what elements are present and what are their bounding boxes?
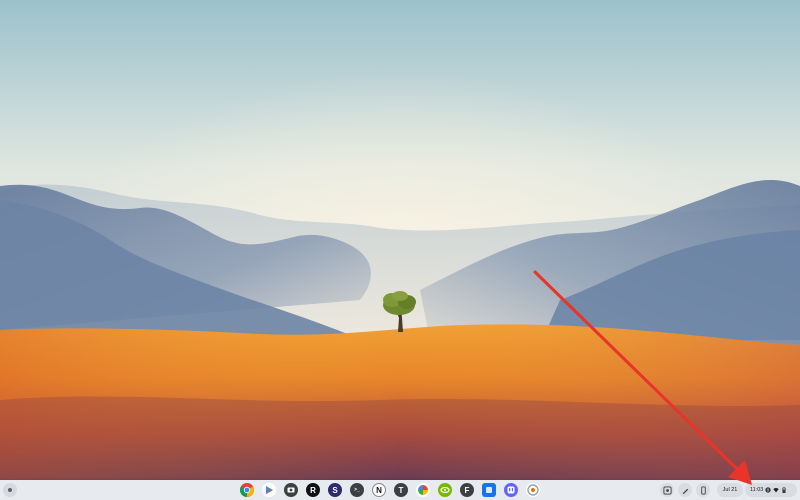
pinwheel-icon[interactable] — [416, 483, 430, 497]
notification-icon — [765, 487, 772, 493]
desktop-wallpaper — [0, 0, 800, 480]
camera-icon[interactable] — [284, 483, 298, 497]
pen-icon — [682, 488, 688, 494]
shelf: R S >_ N T F Jul 21 11:03 — [0, 480, 800, 500]
launcher-icon — [8, 488, 12, 492]
notion-icon[interactable]: N — [372, 483, 386, 497]
chrome-icon[interactable] — [240, 483, 254, 497]
terminal-icon[interactable]: >_ — [350, 483, 364, 497]
launcher-button[interactable] — [3, 483, 17, 497]
nvidia-icon[interactable] — [438, 483, 452, 497]
mastodon-icon[interactable] — [504, 483, 518, 497]
screen-capture-button[interactable] — [660, 483, 674, 497]
app-icon-t[interactable]: T — [394, 483, 408, 497]
wifi-icon — [773, 488, 780, 493]
chrome-beta-icon[interactable] — [526, 483, 540, 497]
app-icon-f[interactable]: F — [460, 483, 474, 497]
date-text: Jul 21 — [722, 487, 738, 493]
app-icon-blue[interactable] — [482, 483, 496, 497]
tray-buttons — [660, 483, 710, 497]
roblox-icon[interactable]: R — [306, 483, 320, 497]
stylus-button[interactable] — [678, 483, 692, 497]
clock-time: 11:03 — [750, 487, 764, 493]
app-icon-5[interactable]: S — [328, 483, 342, 497]
date-tray[interactable]: Jul 21 — [717, 483, 743, 497]
pinned-apps: R S >_ N T F — [240, 483, 540, 497]
screen-capture-icon — [662, 485, 672, 495]
phone-icon — [700, 485, 706, 495]
phone-hub-button[interactable] — [696, 483, 710, 497]
status-area[interactable]: 11:03 — [745, 483, 797, 497]
battery-icon — [782, 487, 786, 493]
play-store-icon[interactable] — [262, 483, 276, 497]
